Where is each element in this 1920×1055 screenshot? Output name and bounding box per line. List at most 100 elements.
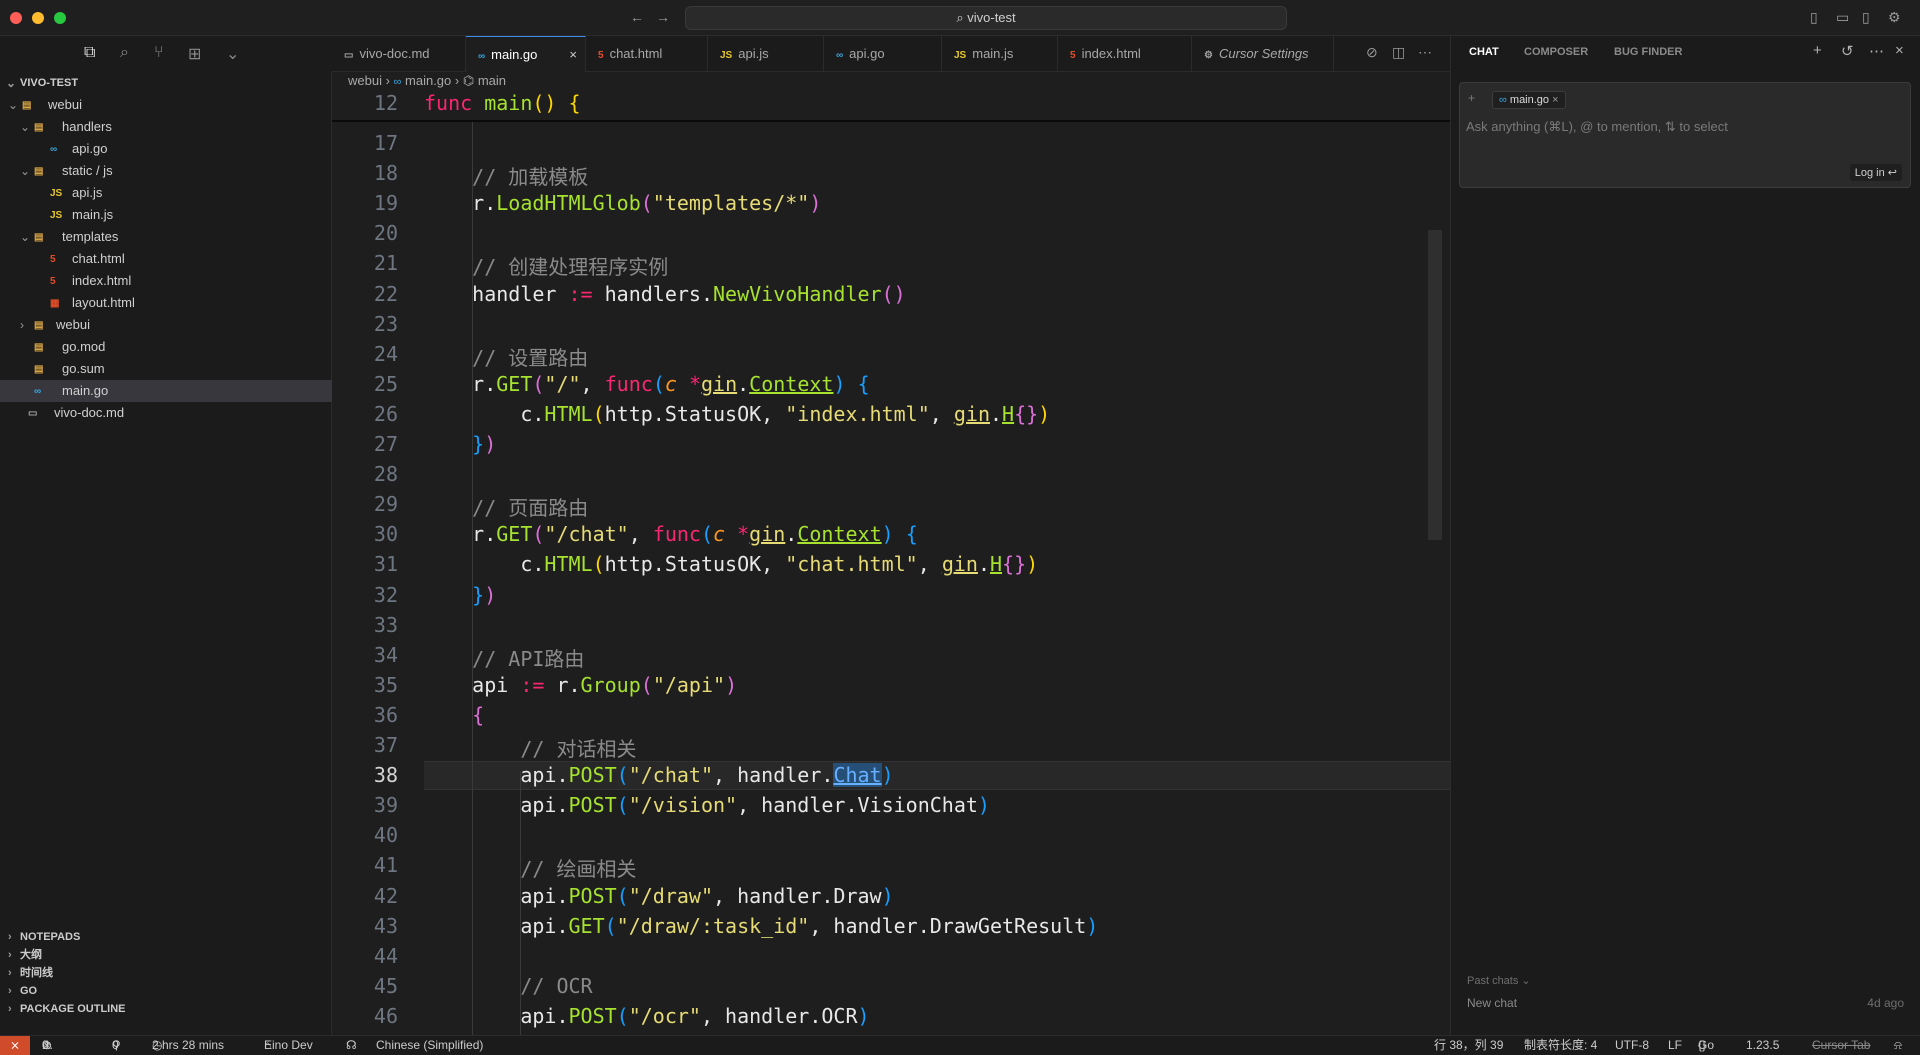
command-center-search[interactable]: ⌕ vivo-test bbox=[685, 6, 1287, 30]
tree-item[interactable]: 5 index.html bbox=[0, 270, 332, 292]
file-type-icon: ▭ bbox=[344, 50, 354, 61]
code-editor[interactable]: 12 func main() { 16 r.Static("/static", … bbox=[332, 90, 1450, 1035]
close-window-button[interactable] bbox=[10, 12, 22, 24]
add-context-icon[interactable]: + bbox=[1468, 91, 1475, 105]
explorer-root[interactable]: ⌄ VIVO-TEST bbox=[0, 72, 332, 94]
js-file-icon: JS bbox=[50, 210, 63, 221]
login-button[interactable]: Log in ↩ bbox=[1849, 164, 1902, 181]
remote-icon[interactable]: ⨯ bbox=[0, 1036, 30, 1055]
tree-item[interactable]: ⌄ ▤ handlers bbox=[0, 116, 332, 138]
go-version[interactable]: 1.23.5 bbox=[1746, 1036, 1779, 1055]
cursor-tab-toggle[interactable]: Cursor Tab bbox=[1812, 1036, 1870, 1055]
code-line: // OCR bbox=[520, 973, 593, 998]
tree-item[interactable]: ▤ go.mod bbox=[0, 336, 332, 358]
tree-item[interactable]: › ▤ webui bbox=[0, 314, 332, 336]
broadcast-icon[interactable]: ☊ bbox=[346, 1036, 357, 1055]
line-number: 23 bbox=[373, 311, 398, 336]
code-line: c.HTML(http.StatusOK, "chat.html", gin.H… bbox=[424, 552, 1039, 577]
tree-item[interactable]: ⌄ ▤ templates bbox=[0, 226, 332, 248]
close-icon[interactable]: × bbox=[569, 37, 577, 72]
close-icon[interactable]: × bbox=[1895, 42, 1904, 59]
explorer-sidebar: ⌄ VIVO-TEST ⌄ ▤ webui ⌄ ▤ handlers ∞ api.go ⌄ ▤ st… bbox=[0, 72, 332, 1035]
encoding[interactable]: UTF-8 bbox=[1615, 1036, 1649, 1055]
source-control-icon[interactable]: ⑂ bbox=[154, 44, 164, 62]
chevron-down-icon[interactable]: ⌄ bbox=[226, 44, 239, 64]
tab-chat-html[interactable]: 5 chat.html bbox=[586, 36, 708, 72]
tree-item[interactable]: ∞ api.go bbox=[0, 138, 332, 160]
sticky-scroll-header[interactable]: 12 func main() { bbox=[332, 90, 1450, 122]
tree-item[interactable]: ⌄ ▤ webui bbox=[0, 94, 332, 116]
chevron-down-icon: ⌄ bbox=[6, 76, 17, 90]
tab-index-html[interactable]: 5 index.html bbox=[1058, 36, 1192, 72]
back-arrow-icon[interactable]: ← bbox=[630, 9, 644, 25]
tree-item[interactable]: ▤ go.sum bbox=[0, 358, 332, 380]
search-view-icon[interactable]: ⌕ bbox=[120, 44, 129, 62]
bell-icon[interactable]: ⍾ bbox=[1894, 1036, 1902, 1055]
explorer-icon[interactable]: ⧉ bbox=[84, 44, 95, 62]
line-number: 42 bbox=[373, 883, 398, 908]
tab-label: api.go bbox=[849, 46, 885, 61]
go-file-icon: ∞ bbox=[50, 144, 58, 155]
toggle-panel-icon[interactable]: ▭ bbox=[1836, 9, 1849, 26]
split-editor-icon[interactable]: ◫ bbox=[1392, 44, 1405, 61]
tab-api-go[interactable]: ∞ api.go bbox=[824, 36, 942, 72]
tree-item[interactable]: ▦ layout.html bbox=[0, 292, 332, 314]
tree-item[interactable]: ∞ main.go bbox=[0, 380, 332, 402]
extensions-icon[interactable]: ⊞ bbox=[188, 44, 201, 64]
language-pack[interactable]: Chinese (Simplified) bbox=[376, 1036, 483, 1055]
tree-item[interactable]: ▭ vivo-doc.md bbox=[0, 402, 332, 424]
tab-composer[interactable]: COMPOSER bbox=[1524, 46, 1588, 58]
cursor-position[interactable]: 行 38，列 39 bbox=[1434, 1036, 1503, 1055]
history-icon[interactable]: ↺ bbox=[1841, 42, 1854, 60]
toggle-primary-sidebar-icon[interactable]: ▯ bbox=[1810, 9, 1818, 26]
tab-label: main.go bbox=[491, 47, 538, 62]
breadcrumb-folder[interactable]: webui bbox=[348, 73, 382, 88]
eye-off-icon[interactable]: ⊘ bbox=[1366, 44, 1378, 61]
tab-api-js[interactable]: JS api.js bbox=[708, 36, 824, 72]
tree-item[interactable]: JS main.js bbox=[0, 204, 332, 226]
more-actions-icon[interactable]: ⋯ bbox=[1418, 44, 1432, 61]
tab-cursor-settings[interactable]: ⚙ Cursor Settings bbox=[1192, 36, 1334, 72]
new-chat-age: 4d ago bbox=[1867, 996, 1904, 1010]
tab-chat[interactable]: CHAT bbox=[1469, 46, 1499, 58]
breadcrumb-symbol[interactable]: main bbox=[478, 73, 506, 88]
context-chip[interactable]: ∞ main.go × bbox=[1492, 91, 1566, 109]
code-line: handler := handlers.NewVivoHandler() bbox=[424, 281, 906, 306]
code-line: api.POST("/draw", handler.Draw) bbox=[424, 883, 894, 908]
tab-main-go[interactable]: ∞ main.go × bbox=[466, 36, 586, 72]
go-file-icon: ∞ bbox=[34, 386, 42, 397]
settings-gear-icon[interactable]: ⚙ bbox=[1888, 9, 1901, 26]
code-line: api.POST("/ocr", handler.OCR) bbox=[424, 1003, 870, 1028]
close-icon[interactable]: × bbox=[1552, 94, 1558, 106]
js-file-icon: JS bbox=[50, 188, 63, 199]
code-line: { bbox=[472, 702, 485, 727]
tab-bug-finder[interactable]: BUG FINDER bbox=[1614, 46, 1682, 58]
more-icon[interactable]: ⋯ bbox=[1869, 42, 1884, 60]
line-number: 22 bbox=[373, 281, 398, 306]
vertical-scrollbar[interactable] bbox=[1428, 230, 1442, 540]
new-chat-item[interactable]: New chat bbox=[1467, 996, 1517, 1010]
eol[interactable]: LF bbox=[1668, 1036, 1682, 1055]
tree-item[interactable]: 5 chat.html bbox=[0, 248, 332, 270]
chevron-right-icon: › bbox=[20, 318, 24, 332]
toggle-secondary-sidebar-icon[interactable]: ▯ bbox=[1862, 9, 1870, 26]
chevron-right-icon: › bbox=[385, 73, 394, 88]
tree-item[interactable]: ⌄ ▤ static / js bbox=[0, 160, 332, 182]
tree-item[interactable]: JS api.js bbox=[0, 182, 332, 204]
minimize-window-button[interactable] bbox=[32, 12, 44, 24]
past-chats-toggle[interactable]: Past chats ⌄ bbox=[1467, 974, 1531, 987]
chat-input-box[interactable]: + ∞ main.go × Ask anything (⌘L), @ to me… bbox=[1459, 82, 1911, 188]
breadcrumb-file[interactable]: main.go bbox=[405, 73, 451, 88]
line-number: 37 bbox=[373, 733, 398, 757]
chevron-down-icon: ⌄ bbox=[20, 164, 31, 178]
tab-main-js[interactable]: JS main.js bbox=[942, 36, 1058, 72]
sidebar-section[interactable]: › PACKAGE OUTLINE bbox=[0, 998, 332, 1020]
tab-size[interactable]: 制表符长度: 4 bbox=[1524, 1036, 1597, 1055]
zoom-window-button[interactable] bbox=[54, 12, 66, 24]
mod-file-icon: ▤ bbox=[34, 342, 44, 353]
forward-arrow-icon[interactable]: → bbox=[656, 9, 670, 25]
tab-vivo-doc-md[interactable]: ▭ vivo-doc.md bbox=[332, 36, 466, 72]
plus-icon[interactable]: + bbox=[1813, 42, 1822, 59]
file-type-icon: JS bbox=[954, 50, 967, 61]
chat-input-placeholder[interactable]: Ask anything (⌘L), @ to mention, ⇅ to se… bbox=[1466, 119, 1728, 135]
